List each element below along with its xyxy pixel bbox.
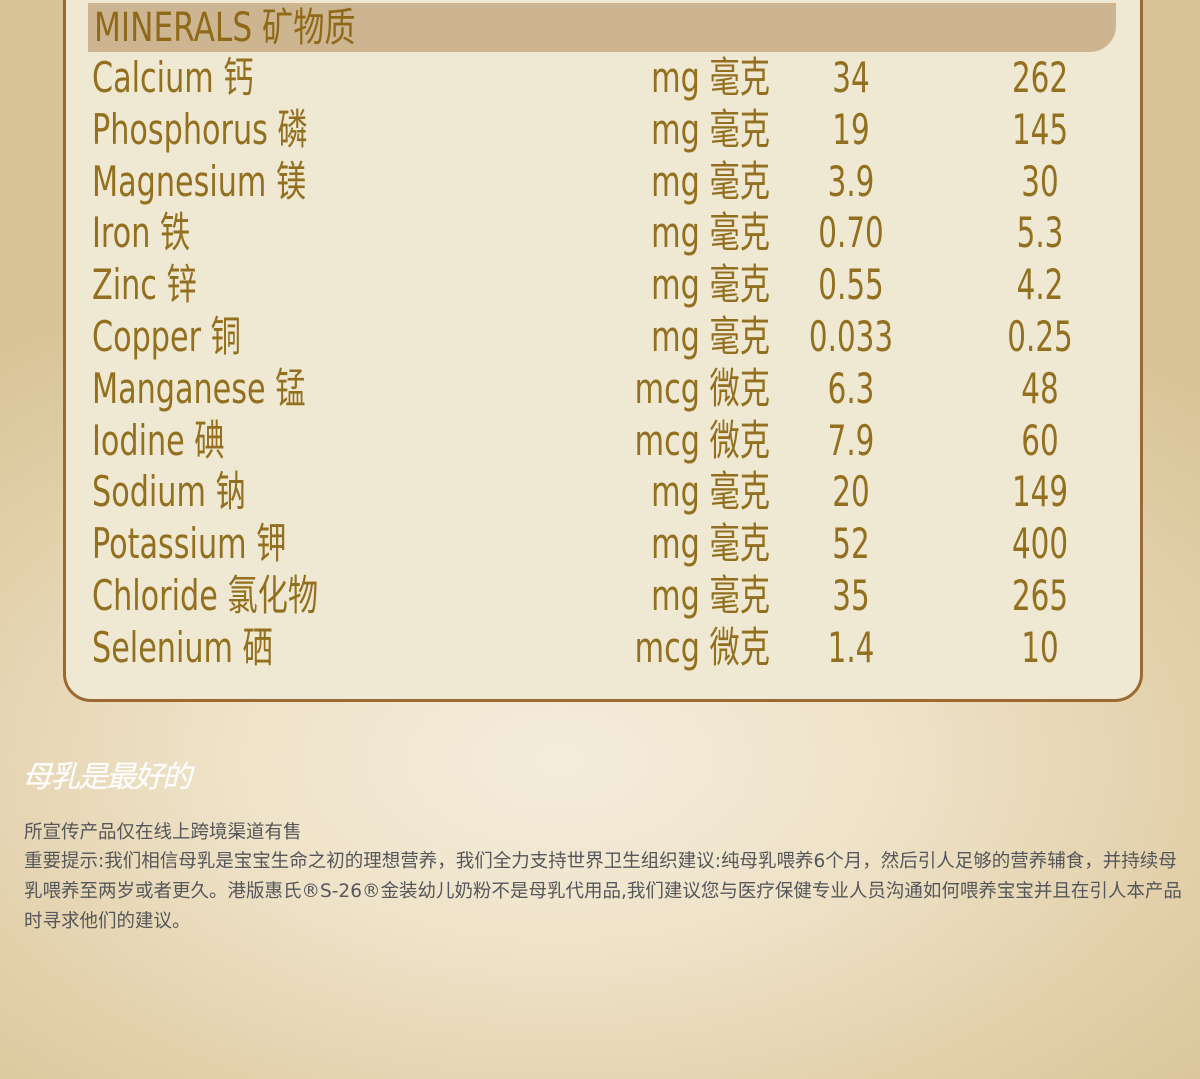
minerals-section-header: MINERALS 矿物质 — [88, 3, 1116, 52]
table-row: Selenium 硒 mcg 微克 1.4 10 — [0, 622, 1200, 674]
table-row: Sodium 钠 mg 毫克 20 149 — [0, 466, 1200, 518]
nutrient-name: Manganese 锰 — [92, 363, 306, 413]
value-per-100g: 30 — [1021, 156, 1059, 206]
nutrient-unit: mg 毫克 — [651, 104, 770, 154]
minerals-section-title: MINERALS 矿物质 — [94, 5, 356, 51]
table-row: Phosphorus 磷 mg 毫克 19 145 — [0, 104, 1200, 156]
value-per-100g: 149 — [1011, 467, 1069, 517]
value-per-100g: 4.2 — [1016, 260, 1064, 310]
value-per-100g: 60 — [1021, 415, 1059, 465]
table-row: Manganese 锰 mcg 微克 6.3 48 — [0, 363, 1200, 415]
nutrient-unit: mcg 微克 — [634, 363, 770, 413]
value-per-100kj: 0.033 — [808, 312, 894, 361]
nutrient-name: Phosphorus 磷 — [92, 104, 308, 154]
breastfeeding-slogan-signature: 母乳是最好的 — [22, 760, 192, 795]
value-per-100g: 5.3 — [1016, 208, 1064, 258]
value-per-100kj: 34 — [832, 53, 870, 102]
table-row: Iron 铁 mg 毫克 0.70 5.3 — [0, 207, 1200, 259]
value-per-100g: 0.25 — [1007, 312, 1073, 361]
nutrient-name: Calcium 钙 — [92, 53, 254, 102]
value-per-100kj: 7.9 — [827, 415, 875, 465]
nutrient-unit: mg 毫克 — [651, 312, 770, 361]
value-per-100kj: 52 — [832, 519, 870, 569]
table-row: Calcium 钙 mg 毫克 34 262 — [0, 52, 1200, 104]
nutrient-unit: mcg 微克 — [634, 415, 770, 465]
online-sales-notice: 所宣传产品仅在线上跨境渠道有售 — [24, 822, 302, 843]
nutrient-unit: mg 毫克 — [651, 260, 770, 310]
nutrient-name: Zinc 锌 — [92, 260, 197, 310]
nutrient-name: Chloride 氯化物 — [92, 571, 319, 620]
nutrient-unit: mg 毫克 — [651, 519, 770, 569]
nutrient-name: Magnesium 镁 — [92, 156, 307, 206]
value-per-100kj: 3.9 — [827, 156, 875, 206]
value-per-100kj: 20 — [832, 467, 870, 517]
value-per-100g: 400 — [1011, 519, 1069, 569]
nutrient-unit: mcg 微克 — [634, 622, 770, 672]
nutrient-unit: mg 毫克 — [651, 53, 770, 102]
value-per-100g: 262 — [1011, 53, 1069, 102]
table-row: Copper 铜 mg 毫克 0.033 0.25 — [0, 311, 1200, 363]
value-per-100kj: 19 — [832, 104, 870, 154]
nutrient-name: Iron 铁 — [92, 208, 191, 258]
table-row: Magnesium 镁 mg 毫克 3.9 30 — [0, 156, 1200, 208]
value-per-100kj: 35 — [832, 571, 870, 620]
value-per-100kj: 0.55 — [818, 260, 884, 310]
value-per-100kj: 0.70 — [818, 208, 884, 258]
table-row: Iodine 碘 mcg 微克 7.9 60 — [0, 415, 1200, 467]
table-row: Chloride 氯化物 mg 毫克 35 265 — [0, 570, 1200, 622]
nutrient-unit: mg 毫克 — [651, 208, 770, 258]
nutrient-name: Sodium 钠 — [92, 467, 246, 517]
value-per-100g: 265 — [1011, 571, 1069, 620]
nutrient-unit: mg 毫克 — [651, 156, 770, 206]
nutrient-unit: mg 毫克 — [651, 467, 770, 517]
value-per-100kj: 1.4 — [827, 622, 875, 672]
important-notice: 重要提示:我们相信母乳是宝宝生命之初的理想营养，我们全力支持世界卫生组织建议:纯… — [24, 851, 1182, 932]
value-per-100kj: 6.3 — [827, 363, 875, 413]
nutrient-name: Selenium 硒 — [92, 622, 273, 672]
value-per-100g: 10 — [1021, 622, 1059, 672]
nutrient-name: Iodine 碘 — [92, 415, 225, 465]
nutrient-unit: mg 毫克 — [651, 571, 770, 620]
nutrient-name: Potassium 钾 — [92, 519, 287, 569]
table-row: Zinc 锌 mg 毫克 0.55 4.2 — [0, 259, 1200, 311]
nutrient-name: Copper 铜 — [92, 312, 241, 361]
table-row: Potassium 钾 mg 毫克 52 400 — [0, 518, 1200, 570]
value-per-100g: 145 — [1011, 104, 1069, 154]
value-per-100g: 48 — [1021, 363, 1059, 413]
